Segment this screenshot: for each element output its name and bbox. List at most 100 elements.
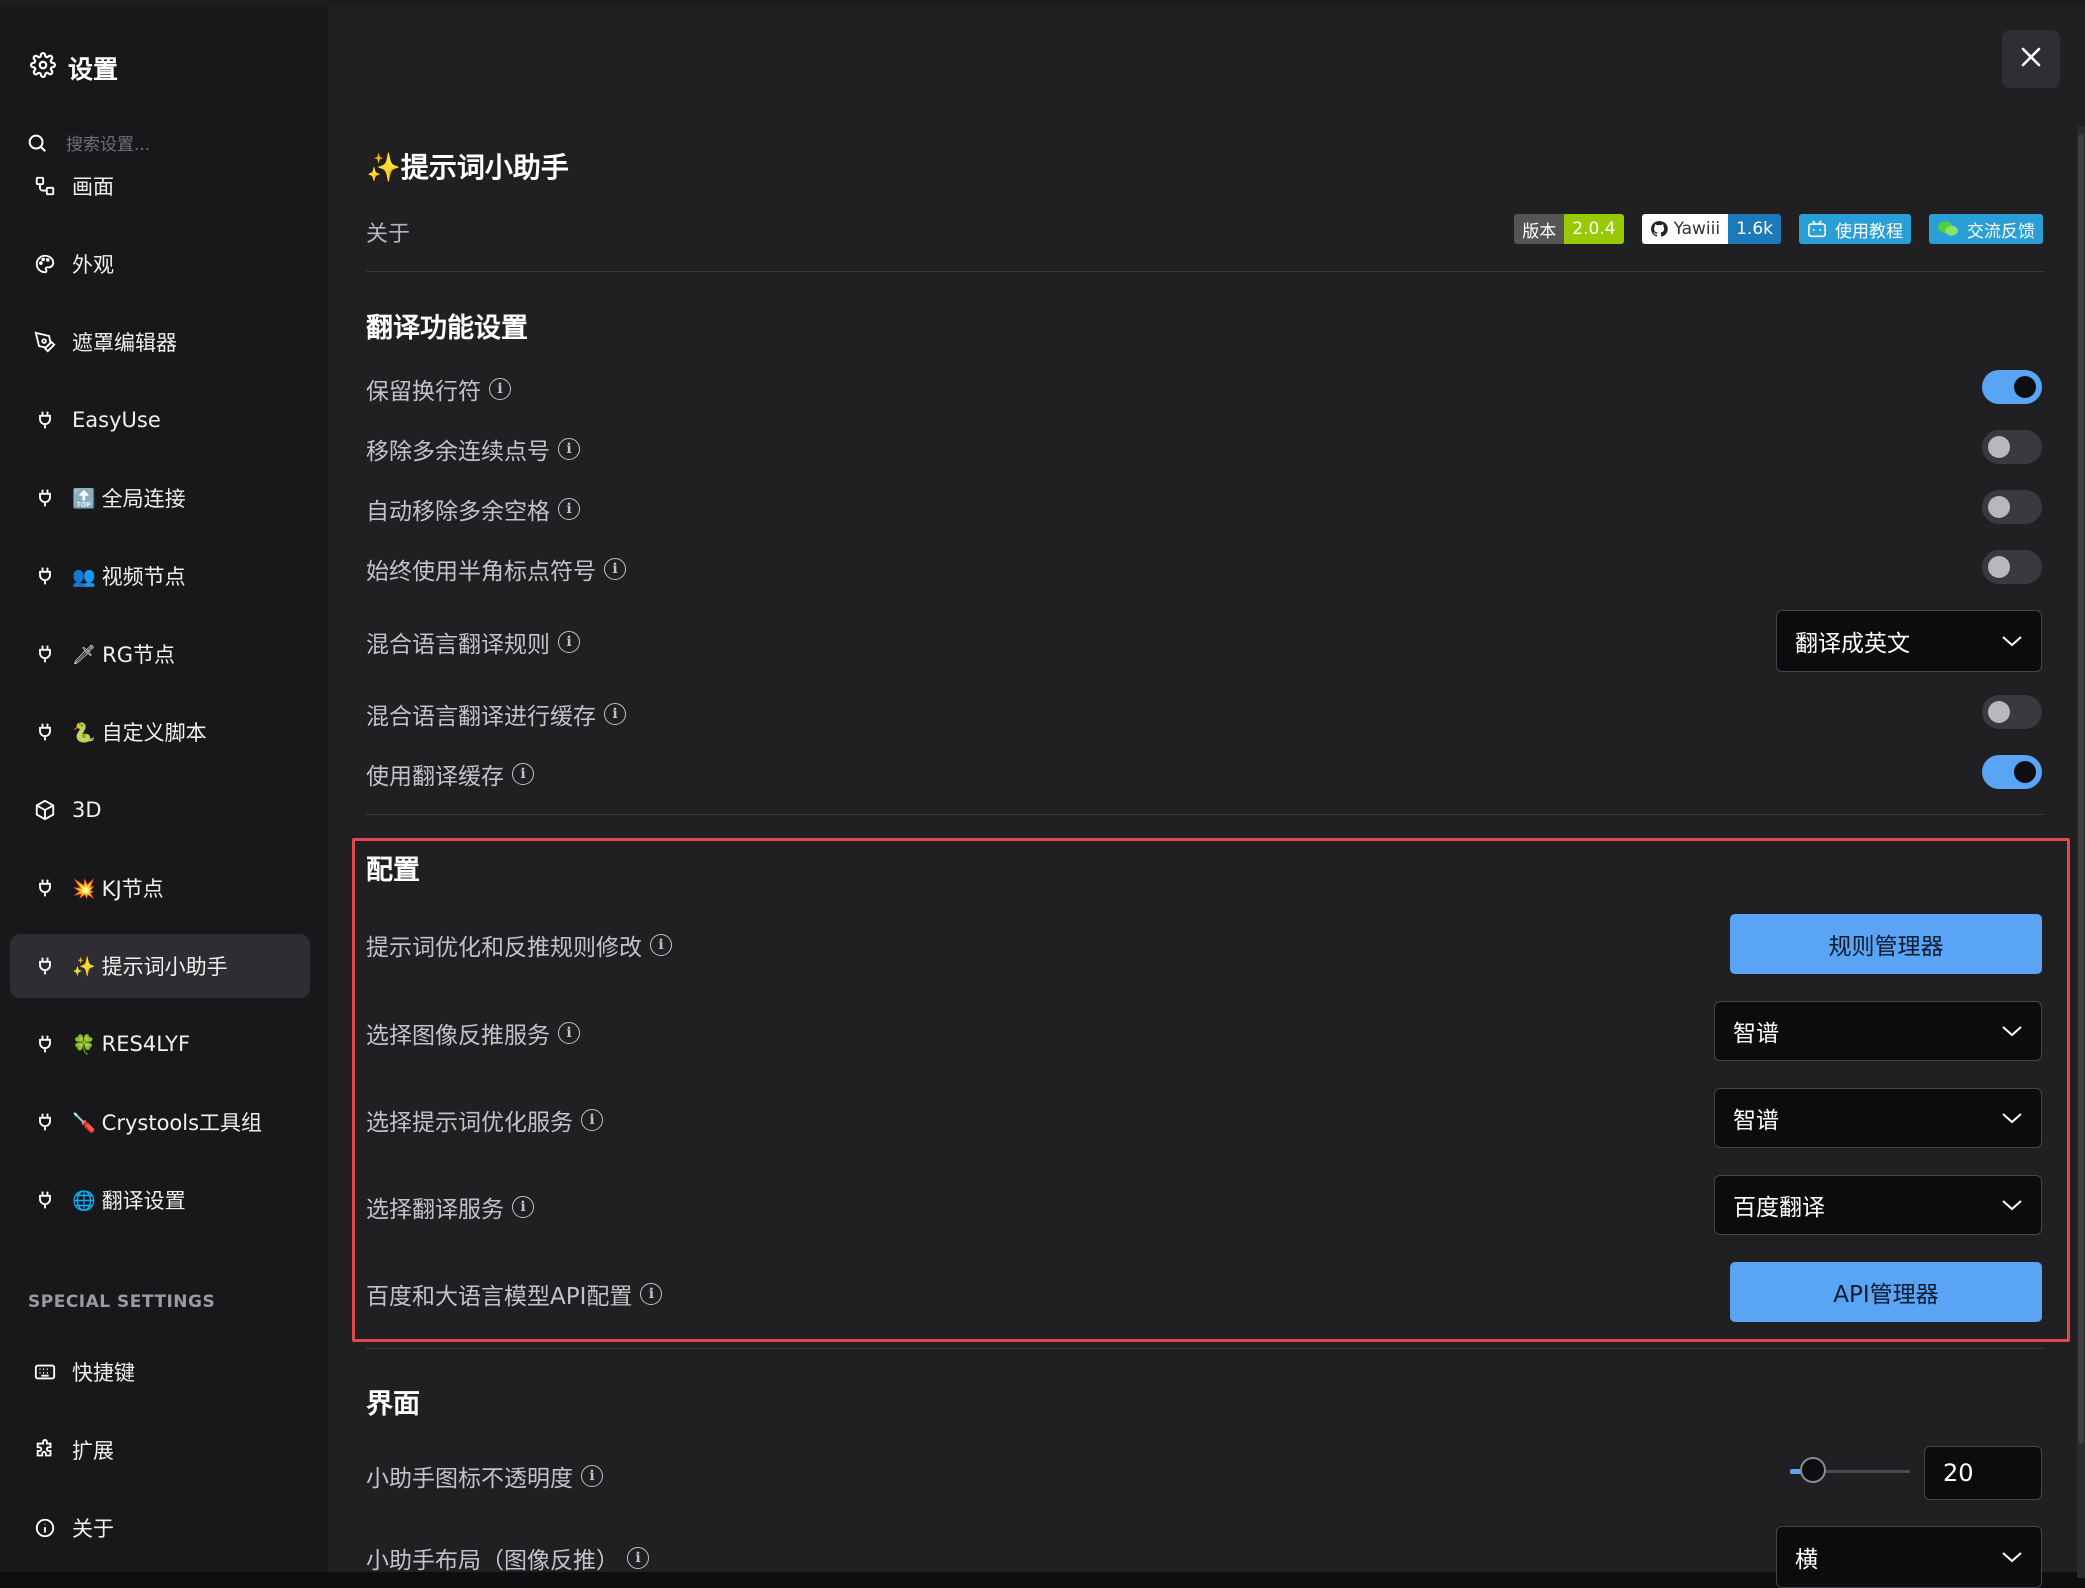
info-icon[interactable]: i <box>581 1109 603 1131</box>
info-icon[interactable]: i <box>581 1465 603 1487</box>
close-button[interactable] <box>2002 30 2060 88</box>
sidebar-item-label: 3D <box>72 798 102 822</box>
sidebar-item-mask-editor[interactable]: 遮罩编辑器 <box>10 310 310 374</box>
setting-keep-newlines: 保留换行符 i <box>366 372 511 406</box>
image-service-select[interactable]: 智谱 <box>1714 1001 2042 1061</box>
mixed-rule-select[interactable]: 翻译成英文 <box>1776 610 2042 672</box>
search-input[interactable] <box>64 134 308 156</box>
sidebar-item-video-nodes[interactable]: 👥 视频节点 <box>10 544 310 608</box>
github-icon <box>1650 221 1668 237</box>
slider-thumb[interactable] <box>1800 1457 1826 1483</box>
setting-mixed-rule: 混合语言翻译规则 i <box>366 625 580 659</box>
info-icon[interactable]: i <box>650 934 672 956</box>
sidebar-item-prompt-assistant[interactable]: ✨ 提示词小助手 <box>10 934 310 998</box>
sword-icon: 🗡 <box>72 643 97 666</box>
sidebar-item-res4lyf[interactable]: 🍀 RES4LYF <box>10 1012 310 1076</box>
sparkles-icon: ✨ <box>72 955 96 978</box>
opacity-slider[interactable] <box>1790 1457 1910 1483</box>
translate-service-select[interactable]: 百度翻译 <box>1714 1175 2042 1235</box>
api-manager-button[interactable]: API管理器 <box>1730 1262 2042 1322</box>
opacity-number-input[interactable]: 20 <box>1924 1446 2042 1500</box>
feedback-badge[interactable]: 交流反馈 <box>1929 214 2043 244</box>
github-badge[interactable]: Yawiii 1.6k <box>1641 214 1781 244</box>
toggle-knob <box>2014 761 2036 783</box>
wechat-icon <box>1938 221 1958 236</box>
info-icon[interactable]: i <box>558 438 580 460</box>
top-arrow-icon: 🔝 <box>72 487 96 510</box>
sidebar-item-easyuse[interactable]: EasyUse <box>10 388 310 452</box>
sidebar-item-kj-nodes[interactable]: 💥 KJ节点 <box>10 856 310 920</box>
sidebar-item-crystools[interactable]: 🪛 Crystools工具组 <box>10 1090 310 1154</box>
info-icon[interactable]: i <box>627 1547 649 1569</box>
prompt-service-select[interactable]: 智谱 <box>1714 1088 2042 1148</box>
chevron-down-icon <box>2001 1018 2023 1044</box>
toggle-remove-dots[interactable] <box>1982 430 2042 464</box>
chevron-down-icon <box>2001 1105 2023 1131</box>
plug-icon <box>32 563 58 589</box>
scrollbar-thumb[interactable] <box>2078 134 2084 1444</box>
pen-tool-icon <box>32 329 58 355</box>
sidebar-item-canvas[interactable]: 画面 <box>10 154 310 218</box>
setting-api-config: 百度和大语言模型API配置 i <box>366 1277 663 1311</box>
sidebar-item-label: 关于 <box>72 1517 114 1541</box>
tutorial-badge[interactable]: 使用教程 <box>1799 214 1911 244</box>
chevron-down-icon <box>2001 1544 2023 1570</box>
sidebar-item-label: KJ节点 <box>101 877 164 901</box>
sidebar-item-extensions[interactable]: 扩展 <box>10 1418 310 1482</box>
section-heading-config: 配置 <box>366 855 420 886</box>
info-icon[interactable]: i <box>558 1022 580 1044</box>
sidebar-item-keybindings[interactable]: 快捷键 <box>10 1340 310 1404</box>
sidebar-item-global-links[interactable]: 🔝 全局连接 <box>10 466 310 530</box>
toggle-use-cache[interactable] <box>1982 755 2042 789</box>
setting-icon-opacity: 小助手图标不透明度 i <box>366 1459 603 1493</box>
plug-icon <box>32 953 58 979</box>
sidebar-item-label: RES4LYF <box>101 1032 191 1056</box>
toggle-mixed-cache[interactable] <box>1982 695 2042 729</box>
toggle-remove-spaces[interactable] <box>1982 490 2042 524</box>
setting-label: 使用翻译缓存 <box>366 764 504 790</box>
select-value: 智谱 <box>1733 1108 1779 1134</box>
globe-icon: 🌐 <box>72 1189 96 1212</box>
info-icon[interactable]: i <box>640 1283 663 1305</box>
sidebar-item-label: EasyUse <box>72 408 161 432</box>
sidebar-item-translation-settings[interactable]: 🌐 翻译设置 <box>10 1168 310 1232</box>
sidebar-item-label: 扩展 <box>72 1439 114 1463</box>
toggle-halfwidth-punct[interactable] <box>1982 550 2042 584</box>
info-icon[interactable]: i <box>604 558 626 580</box>
toggle-knob <box>1988 701 2010 723</box>
badge-right: 1.6k <box>1728 214 1781 244</box>
info-icon[interactable]: i <box>604 703 626 725</box>
info-icon[interactable]: i <box>512 1196 534 1218</box>
badge-left-wrap: 交流反馈 <box>1929 214 2043 244</box>
sidebar-item-about[interactable]: 关于 <box>10 1496 310 1560</box>
info-icon[interactable]: i <box>558 631 580 653</box>
badge-right: 2.0.4 <box>1564 214 1624 244</box>
toggle-knob <box>1988 496 2010 518</box>
info-icon[interactable]: i <box>489 378 511 400</box>
sidebar-item-rg-nodes[interactable]: 🗡 RG节点 <box>10 622 310 686</box>
select-value: 百度翻译 <box>1733 1195 1825 1221</box>
setting-label: 选择提示词优化服务 <box>366 1110 573 1136</box>
rules-manager-button[interactable]: 规则管理器 <box>1730 914 2042 974</box>
select-value: 智谱 <box>1733 1021 1779 1047</box>
sidebar-item-appearance[interactable]: 外观 <box>10 232 310 296</box>
version-badge[interactable]: 版本 2.0.4 <box>1514 214 1624 244</box>
sidebar-title-text: 设置 <box>68 55 119 84</box>
section-heading-ui: 界面 <box>366 1389 420 1420</box>
sidebar-item-label: 视频节点 <box>101 565 186 589</box>
sidebar-item-label: 快捷键 <box>72 1361 135 1385</box>
setting-label: 选择图像反推服务 <box>366 1023 550 1049</box>
layout-select[interactable]: 横 <box>1776 1526 2042 1588</box>
plug-icon <box>32 1187 58 1213</box>
sidebar-item-label: 遮罩编辑器 <box>72 331 177 355</box>
setting-label: 提示词优化和反推规则修改 <box>366 935 642 961</box>
badges-row: 版本 2.0.4 Yawiii 1.6k 使用教程 交流反馈 <box>1514 214 2043 244</box>
setting-label: 保留换行符 <box>366 379 481 405</box>
sidebar-item-custom-scripts[interactable]: 🐍 自定义脚本 <box>10 700 310 764</box>
info-icon[interactable]: i <box>558 498 580 520</box>
gear-icon <box>30 52 56 84</box>
info-icon[interactable]: i <box>512 763 534 785</box>
toggle-knob <box>2014 376 2036 398</box>
toggle-keep-newlines[interactable] <box>1982 370 2042 404</box>
sidebar-item-3d[interactable]: 3D <box>10 778 310 842</box>
